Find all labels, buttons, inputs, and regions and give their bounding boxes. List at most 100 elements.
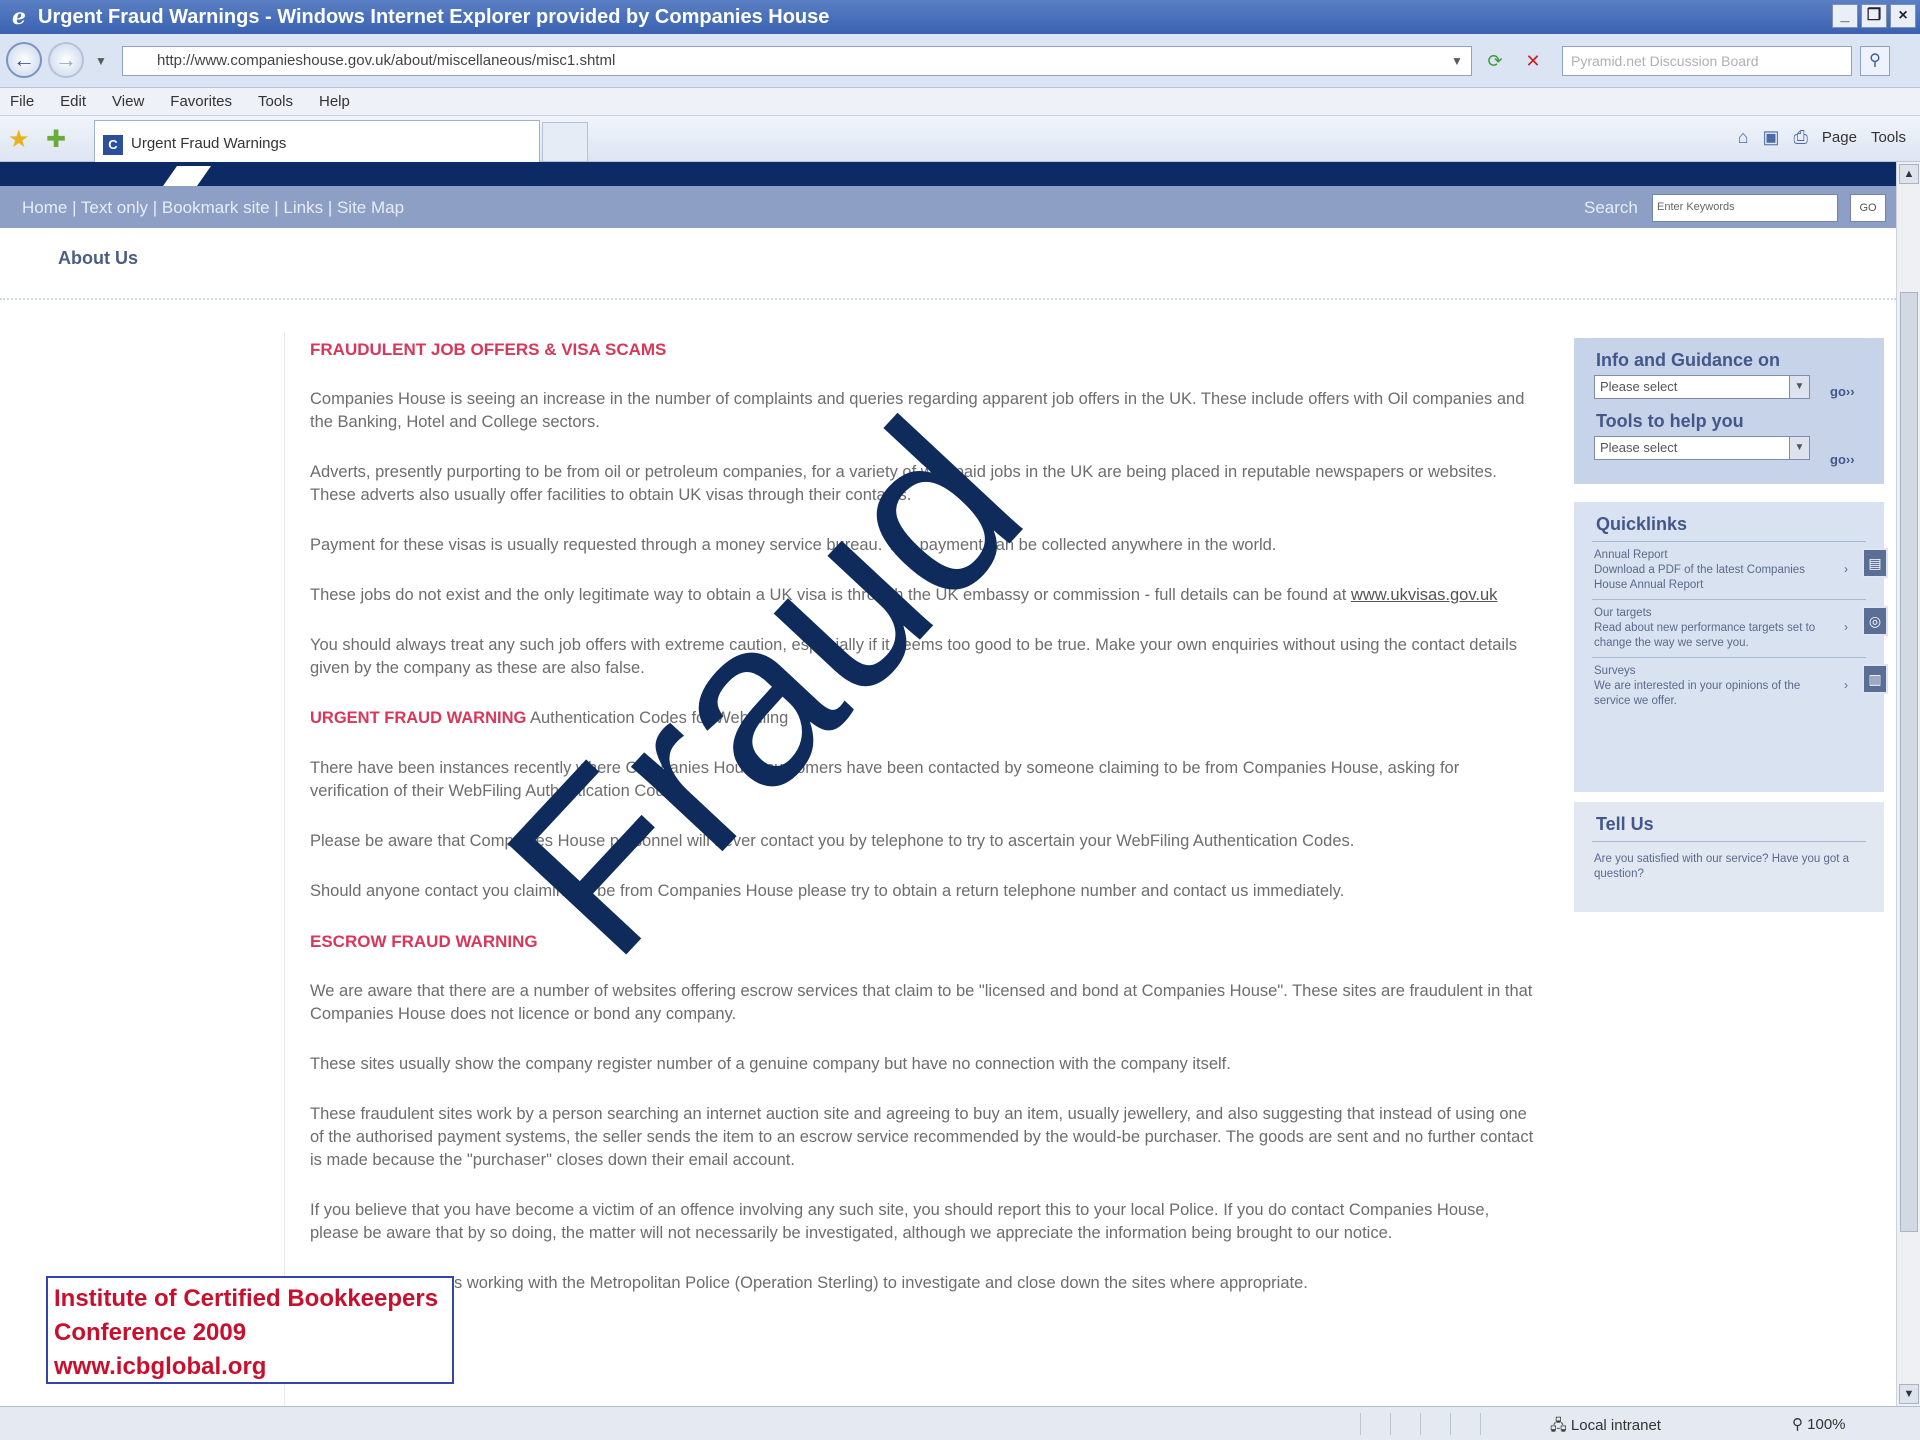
menu-tools[interactable]: Tools [258,93,293,110]
chevron-down-icon: ▼ [1789,376,1809,398]
site-nav-links[interactable]: Home | Text only | Bookmark site | Links… [22,198,404,218]
menu-bar: File Edit View Favorites Tools Help [0,88,1920,116]
paragraph: These fraudulent sites work by a person … [310,1105,1534,1169]
heading-job-offers: FRAUDULENT JOB OFFERS & VISA SCAMS [310,340,667,359]
zoom-icon: ⚲ [1792,1416,1808,1433]
close-button[interactable]: × [1890,4,1916,28]
history-dropdown-icon[interactable]: ▼ [88,48,114,74]
print-icon[interactable]: ⎙ [1794,127,1808,148]
site-search-input[interactable]: Enter Keywords [1652,194,1838,222]
tab-bar: ★ ✚ C Urgent Fraud Warnings ⌂ ▣ ⎙ Page T… [0,116,1920,162]
menu-edit[interactable]: Edit [60,93,86,110]
back-button[interactable]: ← [6,42,42,78]
menu-view[interactable]: View [112,93,144,110]
select-value: Please select [1600,379,1678,394]
divider [1592,599,1866,600]
ukvisas-link[interactable]: www.ukvisas.gov.uk [1351,586,1497,604]
icb-line-2: Conference 2009 [54,1319,247,1346]
zone-label: Local intranet [1570,1417,1661,1434]
tools-menu[interactable]: Tools [1871,129,1906,146]
site-search-label: Search [1584,198,1638,217]
scroll-thumb[interactable] [1900,292,1918,1232]
quicklink-desc: Download a PDF of the latest Companies H… [1594,564,1805,591]
bullet-icon: › [1844,678,1848,692]
urgent-warning-label: URGENT FRAUD WARNING [310,709,527,727]
tools-select[interactable]: Please select ▼ [1594,436,1810,460]
home-icon[interactable]: ⌂ [1738,127,1749,148]
feeds-icon[interactable]: ▣ [1763,127,1780,148]
guidance-panel: Info and Guidance on Please select ▼ go›… [1574,338,1884,484]
pdf-icon: ▤ [1862,548,1888,578]
heading-escrow: ESCROW FRAUD WARNING [310,932,538,951]
window-title: Urgent Fraud Warnings - Windows Internet… [38,5,830,28]
quicklinks-title: Quicklinks [1596,514,1688,534]
scroll-up-icon[interactable]: ▲ [1899,164,1919,184]
menu-file[interactable]: File [10,93,34,110]
menu-favorites[interactable]: Favorites [170,93,232,110]
menu-help[interactable]: Help [319,93,350,110]
icb-caption-box: Institute of Certified Bookkeepers Confe… [46,1276,454,1384]
tools-title: Tools to help you [1596,411,1744,431]
tab-favicon-icon: C [103,135,123,155]
status-cell [1450,1413,1480,1435]
info-go-button[interactable]: go›› [1830,384,1855,399]
target-icon: ◎ [1862,606,1888,636]
quicklink-desc: Read about new performance targets set t… [1594,622,1816,649]
tab-urgent-fraud-warnings[interactable]: C Urgent Fraud Warnings [94,120,540,162]
browser-search-icon[interactable]: ⚲ [1860,46,1890,76]
url-dropdown-icon[interactable]: ▼ [1444,48,1470,74]
url-field[interactable]: http://www.companieshouse.gov.uk/about/m… [122,46,1472,76]
stop-icon[interactable]: ✕ [1520,48,1546,74]
paragraph: If you believe that you have become a vi… [310,1201,1490,1242]
forward-button[interactable]: → [48,42,84,78]
paragraph: Companies House is working with the Metr… [310,1274,1308,1292]
quicklinks-panel: Quicklinks Annual Report Download a PDF … [1574,502,1888,792]
site-nav-bar: Home | Text only | Bookmark site | Links… [0,186,1896,228]
paragraph: URGENT FRAUD WARNING Authentication Code… [310,707,1540,730]
page-menu[interactable]: Page [1822,129,1857,146]
zoom-level[interactable]: ⚲ 100% [1792,1415,1846,1433]
browser-search-input[interactable]: Pyramid.net Discussion Board [1562,46,1852,76]
divider [1592,541,1866,542]
scroll-down-icon[interactable]: ▼ [1899,1384,1919,1404]
quicklink-desc: We are interested in your opinions of th… [1594,680,1801,707]
info-guidance-select[interactable]: Please select ▼ [1594,375,1810,399]
clipboard-icon: ▥ [1862,664,1888,694]
security-zone[interactable]: 🖧 Local intranet [1550,1415,1661,1440]
icb-line-1: Institute of Certified Bookkeepers [54,1285,439,1312]
quicklink-annual-report[interactable]: Annual Report Download a PDF of the late… [1594,548,1888,593]
minimize-button[interactable]: _ [1832,4,1858,28]
quicklink-title: Annual Report [1594,549,1668,561]
add-favorite-icon[interactable]: ✚ [46,125,66,154]
chevron-down-icon: ▼ [1789,437,1809,459]
favorites-star-icon[interactable]: ★ [8,125,30,154]
bullet-icon: › [1844,620,1848,634]
tell-us-panel: Tell Us Are you satisfied with our servi… [1574,802,1884,912]
status-cell [1360,1413,1390,1435]
dotted-divider [0,298,1896,300]
vertical-scrollbar[interactable]: ▲ ▼ [1896,162,1920,1406]
section-title: About Us [58,248,138,268]
address-bar: ← → ▼ C http://www.companieshouse.gov.uk… [0,34,1920,88]
tell-us-link[interactable]: Are you satisfied with our service? Have… [1594,852,1884,882]
new-tab-button[interactable] [542,122,588,162]
site-search-go-button[interactable]: GO [1850,194,1886,222]
info-guidance-title: Info and Guidance on [1596,350,1780,370]
tools-go-button[interactable]: go›› [1830,452,1855,467]
quicklink-targets[interactable]: Our targets Read about new performance t… [1594,606,1888,651]
window-title-bar: e Urgent Fraud Warnings - Windows Intern… [0,0,1920,34]
site-header-band [0,162,1896,186]
intranet-icon: 🖧 [1550,1417,1571,1434]
icb-line-3: www.icbglobal.org [54,1353,267,1380]
web-page: Home | Text only | Bookmark site | Links… [0,162,1896,1406]
status-cells [1360,1413,1510,1435]
divider [1592,657,1866,658]
zoom-value: 100% [1807,1416,1846,1433]
status-cell [1420,1413,1450,1435]
refresh-icon[interactable]: ⟳ [1482,48,1508,74]
tell-us-title: Tell Us [1596,814,1654,834]
maximize-button[interactable]: ❐ [1861,4,1887,28]
paragraph: We are aware that there are a number of … [310,982,1533,1023]
paragraph: These sites usually show the company reg… [310,1055,1231,1073]
quicklink-surveys[interactable]: Surveys We are interested in your opinio… [1594,664,1888,709]
